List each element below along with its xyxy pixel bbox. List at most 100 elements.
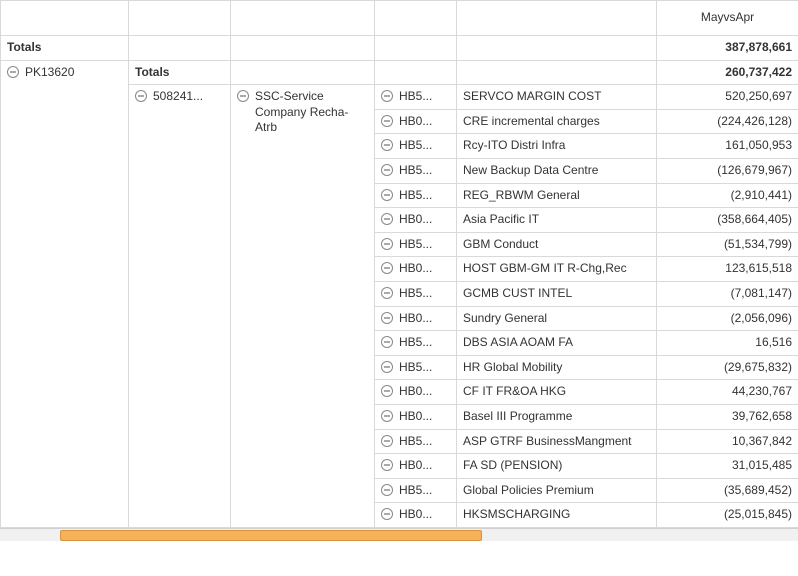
- row-code: HB5...: [399, 188, 432, 204]
- row-code: HB5...: [399, 360, 432, 376]
- collapse-icon[interactable]: [381, 385, 393, 397]
- pivot-table: MayvsApr Totals 387,878,661 PK13620 Tota…: [0, 0, 798, 528]
- row-code-cell[interactable]: HB0...: [375, 306, 457, 331]
- row-code-cell[interactable]: HB5...: [375, 355, 457, 380]
- row-code: HB0...: [399, 384, 432, 400]
- row-value: 16,516: [657, 331, 798, 356]
- level1-cell[interactable]: PK13620: [1, 60, 129, 527]
- row-value: (358,664,405): [657, 208, 798, 233]
- level1-code: PK13620: [25, 65, 74, 81]
- row-value: (2,910,441): [657, 183, 798, 208]
- blank: [457, 60, 657, 85]
- header-value-col[interactable]: MayvsApr: [657, 1, 798, 36]
- row-code: HB0...: [399, 261, 432, 277]
- row-desc: CF IT FR&OA HKG: [457, 380, 657, 405]
- header-blank-1: [129, 1, 231, 36]
- blank: [129, 36, 231, 61]
- row-value: (2,056,096): [657, 306, 798, 331]
- collapse-icon[interactable]: [381, 459, 393, 471]
- header-row: MayvsApr: [1, 1, 798, 36]
- row-code-cell[interactable]: HB5...: [375, 281, 457, 306]
- collapse-icon[interactable]: [237, 90, 249, 102]
- row-code-cell[interactable]: HB5...: [375, 85, 457, 110]
- collapse-icon[interactable]: [381, 410, 393, 422]
- row-code: HB0...: [399, 114, 432, 130]
- row-code-cell[interactable]: HB5...: [375, 478, 457, 503]
- blank: [231, 60, 375, 85]
- row-value: 123,615,518: [657, 257, 798, 282]
- level1-subtotal-value: 260,737,422: [657, 60, 798, 85]
- collapse-icon[interactable]: [381, 361, 393, 373]
- row-desc: HKSMSCHARGING: [457, 503, 657, 528]
- blank: [375, 60, 457, 85]
- row-value: 10,367,842: [657, 429, 798, 454]
- collapse-icon[interactable]: [381, 312, 393, 324]
- header-blank-3: [375, 1, 457, 36]
- row-code-cell[interactable]: HB0...: [375, 404, 457, 429]
- row-code: HB0...: [399, 311, 432, 327]
- row-code-cell[interactable]: HB5...: [375, 429, 457, 454]
- collapse-icon[interactable]: [381, 139, 393, 151]
- collapse-icon[interactable]: [381, 164, 393, 176]
- collapse-icon[interactable]: [381, 287, 393, 299]
- row-code: HB5...: [399, 483, 432, 499]
- row-code-cell[interactable]: HB0...: [375, 503, 457, 528]
- row-code-cell[interactable]: HB0...: [375, 380, 457, 405]
- row-value: 44,230,767: [657, 380, 798, 405]
- row-code: HB5...: [399, 434, 432, 450]
- grand-total-label: Totals: [1, 36, 129, 61]
- header-blank-4: [457, 1, 657, 36]
- row-desc: REG_RBWM General: [457, 183, 657, 208]
- row-code: HB5...: [399, 286, 432, 302]
- row-code-cell[interactable]: HB5...: [375, 183, 457, 208]
- collapse-icon[interactable]: [381, 336, 393, 348]
- blank: [375, 36, 457, 61]
- collapse-icon[interactable]: [135, 90, 147, 102]
- row-value: 31,015,485: [657, 454, 798, 479]
- level1-subtotal-label: Totals: [129, 60, 231, 85]
- collapse-icon[interactable]: [381, 508, 393, 520]
- horizontal-scrollbar[interactable]: [0, 528, 798, 541]
- row-code: HB5...: [399, 89, 432, 105]
- row-code-cell[interactable]: HB5...: [375, 232, 457, 257]
- row-code-cell[interactable]: HB0...: [375, 109, 457, 134]
- row-desc: Rcy-ITO Distri Infra: [457, 134, 657, 159]
- row-code-cell[interactable]: HB5...: [375, 158, 457, 183]
- row-code: HB0...: [399, 458, 432, 474]
- collapse-icon[interactable]: [381, 189, 393, 201]
- level2-code: 508241...: [153, 89, 203, 105]
- row-code-cell[interactable]: HB0...: [375, 454, 457, 479]
- collapse-icon[interactable]: [381, 90, 393, 102]
- row-desc: Asia Pacific IT: [457, 208, 657, 233]
- row-code-cell[interactable]: HB0...: [375, 257, 457, 282]
- collapse-icon[interactable]: [381, 238, 393, 250]
- blank: [231, 36, 375, 61]
- collapse-icon[interactable]: [7, 66, 19, 78]
- row-desc: HR Global Mobility: [457, 355, 657, 380]
- row-value: (51,534,799): [657, 232, 798, 257]
- collapse-icon[interactable]: [381, 484, 393, 496]
- row-code-cell[interactable]: HB5...: [375, 134, 457, 159]
- row-code-cell[interactable]: HB5...: [375, 331, 457, 356]
- level3-cell[interactable]: SSC-Service Company Recha-Atrb: [231, 85, 375, 528]
- row-code: HB0...: [399, 507, 432, 523]
- row-desc: GCMB CUST INTEL: [457, 281, 657, 306]
- row-value: (224,426,128): [657, 109, 798, 134]
- collapse-icon[interactable]: [381, 435, 393, 447]
- row-value: (29,675,832): [657, 355, 798, 380]
- collapse-icon[interactable]: [381, 262, 393, 274]
- level1-subtotal-row: PK13620 Totals 260,737,422: [1, 60, 798, 85]
- row-value: (25,015,845): [657, 503, 798, 528]
- row-code-cell[interactable]: HB0...: [375, 208, 457, 233]
- row-value: 39,762,658: [657, 404, 798, 429]
- row-desc: New Backup Data Centre: [457, 158, 657, 183]
- scrollbar-thumb[interactable]: [60, 530, 482, 541]
- collapse-icon[interactable]: [381, 115, 393, 127]
- header-blank-0: [1, 1, 129, 36]
- row-value: 520,250,697: [657, 85, 798, 110]
- grand-total-row: Totals 387,878,661: [1, 36, 798, 61]
- row-code: HB5...: [399, 138, 432, 154]
- collapse-icon[interactable]: [381, 213, 393, 225]
- level2-cell[interactable]: 508241...: [129, 85, 231, 528]
- row-desc: DBS ASIA AOAM FA: [457, 331, 657, 356]
